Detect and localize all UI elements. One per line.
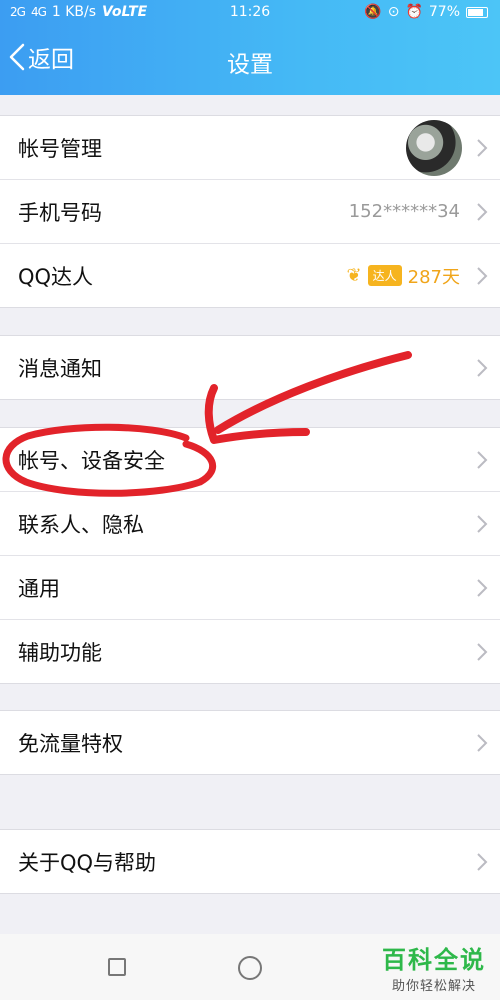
chevron-right-icon [477,139,488,157]
daren-status: ❦ 达人 287天 [347,263,460,289]
settings-item-phone-number[interactable]: 手机号码 152******34 [0,180,500,244]
settings-item-label: 手机号码 [18,200,102,225]
chevron-right-icon [477,203,488,221]
settings-item-free-traffic[interactable]: 免流量特权 [0,711,500,774]
daren-days: 287天 [407,266,460,288]
settings-item-label: 帐号管理 [18,136,102,161]
settings-group-notifications: 消息通知 [0,335,500,400]
chevron-right-icon [477,853,488,871]
bell-muted-icon: 🔕 [364,4,382,20]
watermark-subtitle: 助你轻松解决 [391,979,476,994]
settings-item-label: 辅助功能 [18,640,102,665]
settings-group-security: 帐号、设备安全 联系人、隐私 通用 辅助功能 [0,427,500,684]
home-button[interactable] [238,956,262,980]
settings-item-account-device-security[interactable]: 帐号、设备安全 [0,428,500,492]
alarm-icon: ⏰ [405,4,423,20]
avatar [406,120,462,176]
chevron-right-icon [477,451,488,469]
chevron-right-icon [477,643,488,661]
daren-wing-icon: ❦ [346,265,362,286]
chevron-right-icon [477,267,488,285]
lock-rotation-icon: ⊙ [387,4,400,20]
header: 返回 设置 [0,26,500,95]
settings-item-contacts-privacy[interactable]: 联系人、隐私 [0,492,500,556]
chevron-right-icon [477,734,488,752]
chevron-right-icon [477,579,488,597]
settings-item-label: QQ达人 [18,264,94,289]
settings-item-qq-daren[interactable]: QQ达人 ❦ 达人 287天 [0,244,500,307]
chevron-right-icon [477,359,488,377]
settings-item-accessibility[interactable]: 辅助功能 [0,620,500,683]
phone-number-value: 152******34 [348,201,460,222]
watermark-logo: 百科全说 助你轻松解决 [382,940,486,994]
status-bar: 2G 4G 1 KB/s VoLTE 11:26 🔕 ⊙ ⏰ 77% [0,0,500,26]
settings-group-about: 关于QQ与帮助 [0,829,500,894]
settings-item-general[interactable]: 通用 [0,556,500,620]
settings-item-account-management[interactable]: 帐号管理 [0,116,500,180]
settings-group-account: 帐号管理 手机号码 152******34 QQ达人 ❦ 达人 287天 [0,115,500,308]
battery-percent: 77% [428,4,460,20]
settings-item-about-help[interactable]: 关于QQ与帮助 [0,830,500,893]
battery-icon [466,6,488,18]
watermark-title: 百科全说 [382,946,486,974]
settings-group-free-traffic: 免流量特权 [0,710,500,775]
chevron-right-icon [477,515,488,533]
settings-item-label: 消息通知 [18,356,102,381]
top-bar: 2G 4G 1 KB/s VoLTE 11:26 🔕 ⊙ ⏰ 77% 返回 设置 [0,0,500,95]
settings-item-label: 免流量特权 [18,731,123,756]
settings-item-label: 帐号、设备安全 [18,448,165,473]
recent-apps-button[interactable] [108,958,126,976]
settings-item-label: 关于QQ与帮助 [18,850,157,875]
settings-item-message-notification[interactable]: 消息通知 [0,336,500,399]
settings-item-label: 通用 [18,576,60,601]
daren-badge: 达人 [367,265,402,286]
settings-item-label: 联系人、隐私 [18,512,144,537]
page-title: 设置 [227,52,273,78]
